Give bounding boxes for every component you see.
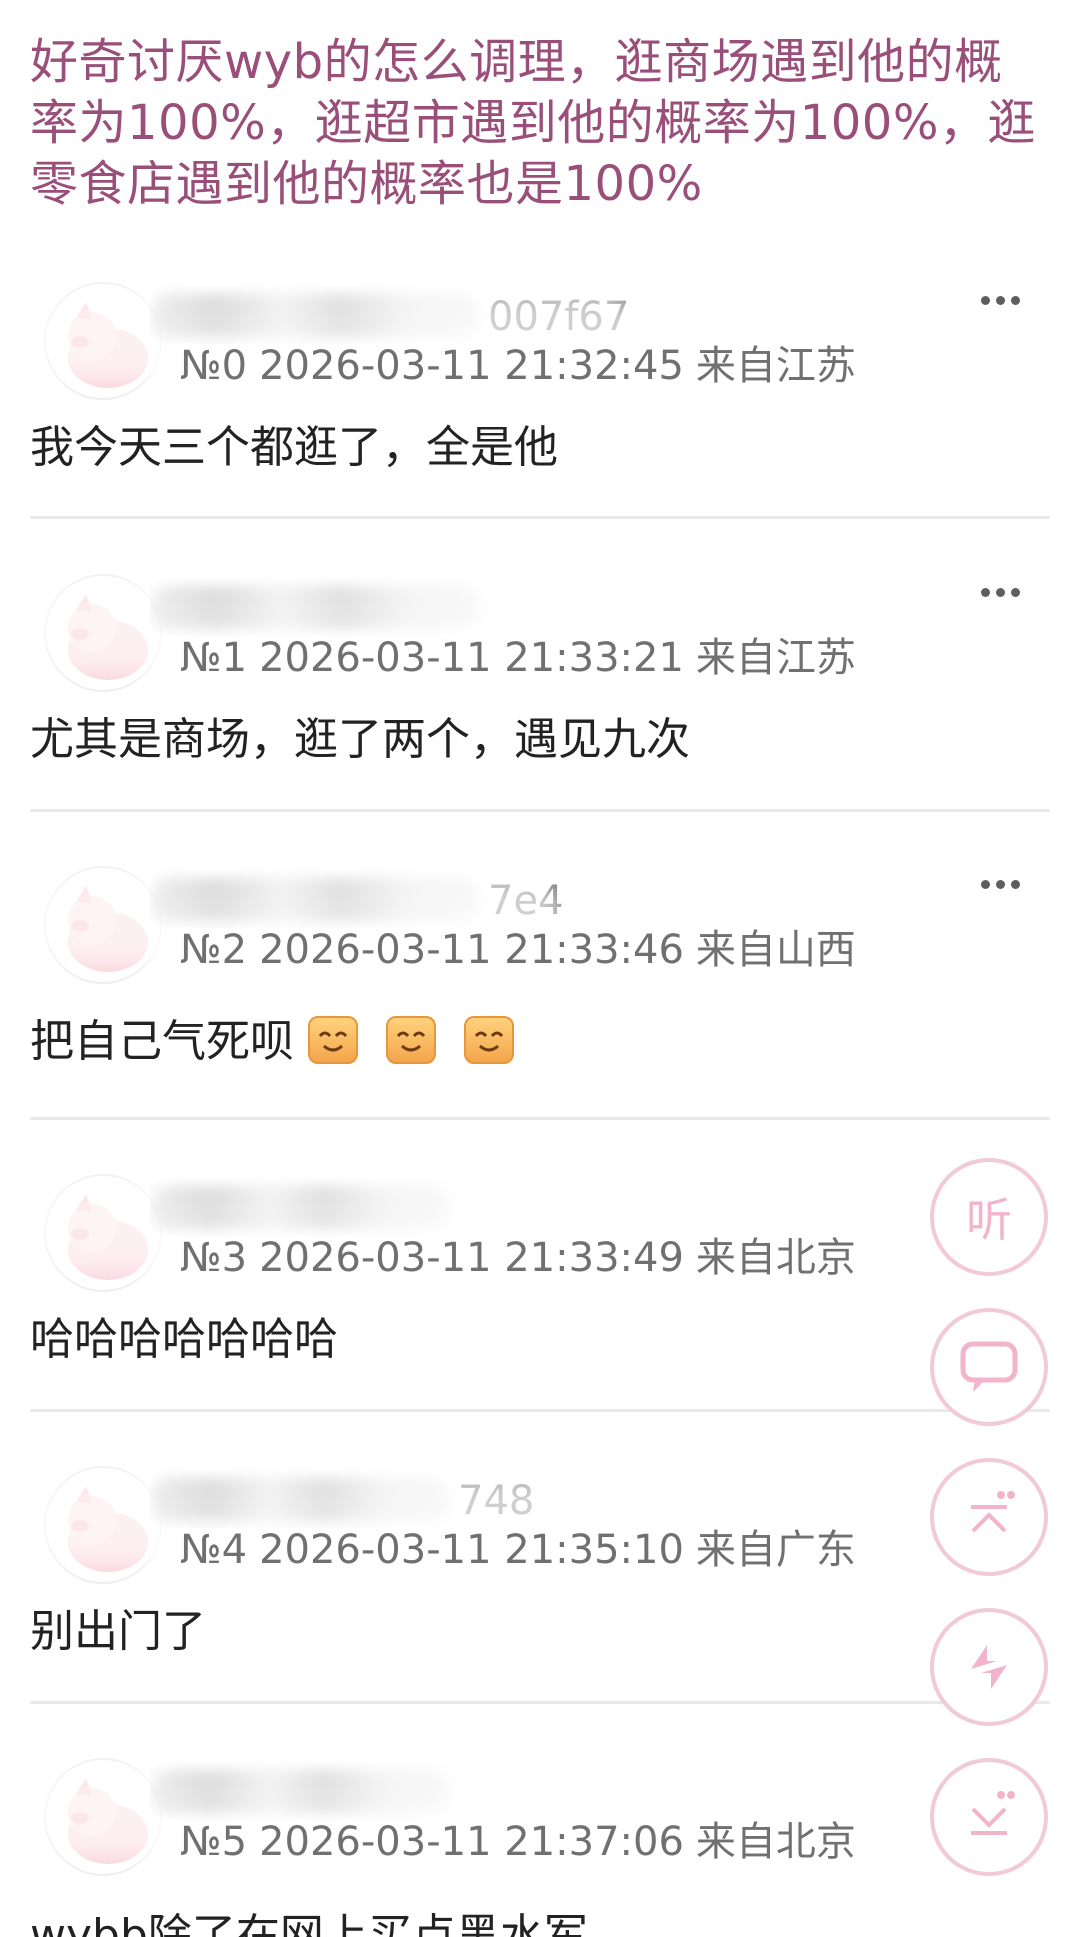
reply-meta: №5 2026-03-11 21:37:06 来自北京 [180, 1814, 868, 1870]
scroll-bottom-button[interactable] [930, 1758, 1048, 1876]
reply-meta: №0 2026-03-11 21:32:45 来自江苏 [180, 338, 868, 394]
more-icon[interactable] [978, 870, 1028, 900]
floor-number: №4 [180, 1527, 248, 1573]
reply-meta: №1 2026-03-11 21:33:21 来自江苏 [180, 630, 868, 686]
reply-content: 我今天三个都逛了，全是他 [30, 422, 558, 473]
reply-meta: №4 2026-03-11 21:35:10 来自广东 [180, 1522, 868, 1578]
floor-number: №5 [180, 1819, 248, 1865]
divider [30, 516, 1050, 519]
reply-content: 尤其是商场，逛了两个，遇见九次 [30, 714, 690, 765]
floor-number: №0 [180, 343, 248, 389]
location: 来自山西 [695, 927, 856, 973]
timestamp: 2026-03-11 21:37:06 [259, 1819, 684, 1865]
floor-number: №1 [180, 635, 248, 681]
location: 来自北京 [695, 1235, 856, 1281]
location: 来自江苏 [695, 635, 856, 681]
location: 来自北京 [695, 1819, 856, 1865]
reply-meta: №2 2026-03-11 21:33:46 来自山西 [180, 922, 868, 978]
comment-icon [960, 1341, 1018, 1392]
timestamp: 2026-03-11 21:33:49 [259, 1235, 684, 1281]
reply-content-wrap: 把自己气死呗 [30, 1012, 528, 1072]
bottom-arrow-icon [971, 1791, 1015, 1835]
timestamp: 2026-03-11 21:33:21 [259, 635, 684, 681]
reply-content: 哈哈哈哈哈哈哈 [30, 1314, 338, 1365]
reply-content: wybb除了在网上买点黑水军 [30, 1910, 588, 1937]
location: 来自广东 [695, 1527, 856, 1573]
divider [30, 1409, 1050, 1412]
comment-button[interactable] [930, 1308, 1048, 1426]
divider [30, 1117, 1050, 1120]
timestamp: 2026-03-11 21:32:45 [259, 343, 684, 389]
timestamp: 2026-03-11 21:33:46 [259, 927, 684, 973]
emoji-smile-icon [386, 1016, 436, 1064]
floor-number: №2 [180, 927, 248, 973]
floor-number: №3 [180, 1235, 248, 1281]
more-icon[interactable] [978, 578, 1028, 608]
reply-content: 别出门了 [30, 1606, 206, 1657]
post-title: 好奇讨厌wyb的怎么调理，逛商场遇到他的概率为100%，逛超市遇到他的概率为10… [30, 34, 1036, 212]
emoji-smile-icon [464, 1016, 514, 1064]
listen-button[interactable]: 听 [930, 1158, 1048, 1276]
reply-item: №5 2026-03-11 21:37:06 来自北京 wybb除了在网上买点黑水军 [0, 1744, 1080, 1937]
location: 来自江苏 [695, 343, 856, 389]
scroll-top-button[interactable] [930, 1458, 1048, 1576]
more-icon[interactable] [978, 286, 1028, 316]
emoji-smile-icon [308, 1016, 358, 1064]
refresh-button[interactable] [930, 1608, 1048, 1726]
listen-label: 听 [966, 1193, 1012, 1247]
thread-page: 好奇讨厌wyb的怎么调理，逛商场遇到他的概率为100%，逛超市遇到他的概率为10… [0, 0, 1080, 1937]
divider [30, 809, 1050, 812]
refresh-icon [971, 1645, 1007, 1689]
reply-item: 7e4 №22026-03-11 21:33:46来自山西 把自己气死呗 [0, 852, 1080, 1144]
divider [30, 1701, 1050, 1704]
reply-meta: №3 2026-03-11 21:33:49 来自北京 [180, 1230, 868, 1286]
timestamp: 2026-03-11 21:35:10 [259, 1527, 684, 1573]
top-arrow-icon [971, 1491, 1015, 1533]
reply-content: 把自己气死呗 [30, 1016, 294, 1067]
